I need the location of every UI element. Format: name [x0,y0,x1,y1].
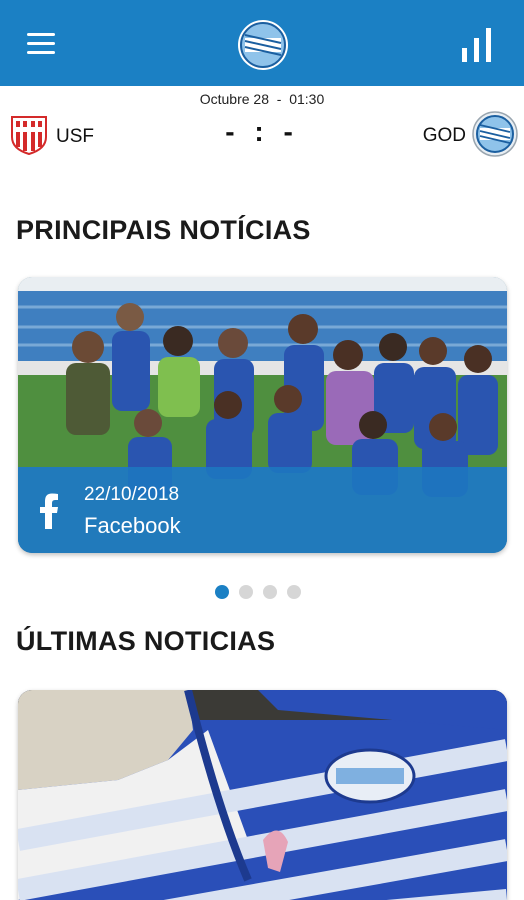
match-datetime: Octubre 28 - 01:30 [0,91,524,107]
godoy-cruz-crest-icon[interactable] [237,19,289,71]
news-source: Facebook [84,513,181,538]
carousel-dot-2[interactable] [239,585,253,599]
jersey-photo-image [18,690,507,900]
ultimas-noticias-title: ÚLTIMAS NOTICIAS [16,626,276,656]
next-match-bar[interactable]: Octubre 28 - 01:30 USF - : - GOD [0,86,524,172]
carousel-dot-1[interactable] [215,585,229,599]
away-team: GOD [422,110,518,162]
match-time: 01:30 [289,91,325,107]
away-team-name: GOD [422,125,466,146]
facebook-icon [38,493,60,529]
featured-news-card[interactable]: 22/10/2018 Facebook [18,277,507,553]
card-caption-overlay [18,467,507,553]
hamburger-menu-icon[interactable] [27,33,55,55]
godoy-cruz-crest-icon [472,110,518,162]
latest-news-card[interactable] [18,690,507,900]
carousel-dot-4[interactable] [287,585,301,599]
principais-noticias-title: PRINCIPAIS NOTÍCIAS [16,215,311,245]
carousel-indicator [215,585,311,599]
news-date: 22/10/2018 [84,484,180,505]
match-date-separator: - [276,91,282,107]
app-bar [0,0,524,86]
match-date: Octubre 28 [199,91,269,107]
carousel-dot-3[interactable] [263,585,277,599]
bar-chart-icon[interactable] [460,28,494,62]
